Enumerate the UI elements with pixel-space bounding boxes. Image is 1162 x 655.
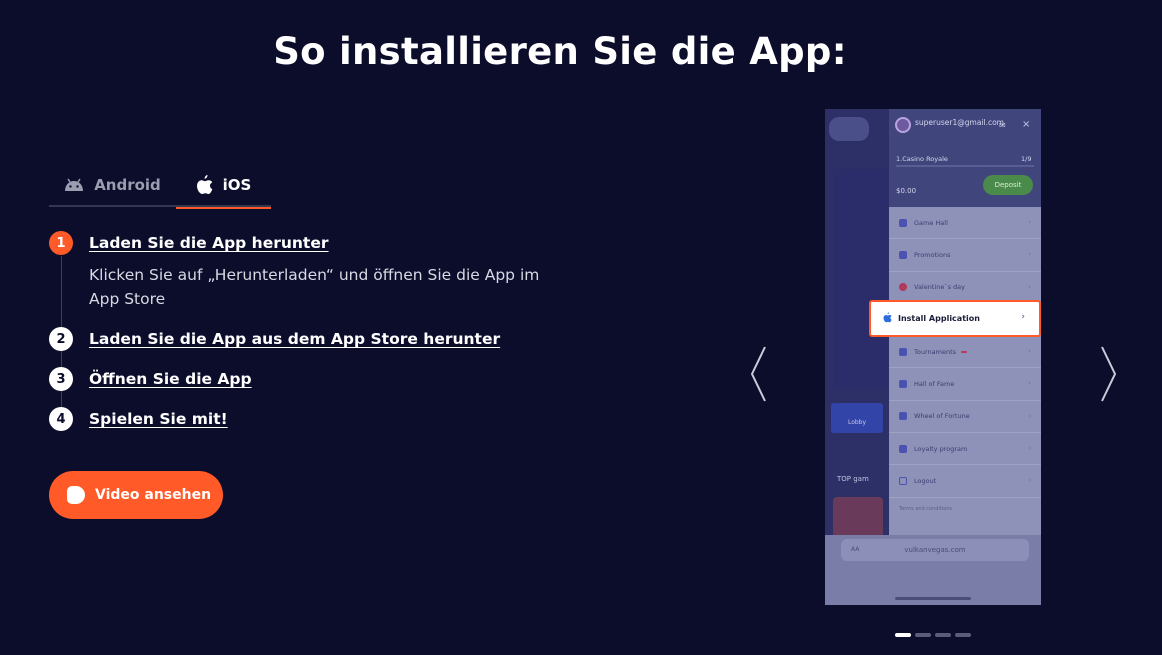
top-games-label: TOP gam <box>837 475 869 483</box>
menu-item-wheel-of-fortune: Wheel of Fortune › <box>889 401 1041 434</box>
chevron-right-icon: › <box>1028 250 1031 259</box>
step-2: 2 Laden Sie die App aus dem App Store he… <box>49 327 500 351</box>
chevron-right-icon: › <box>1028 476 1031 485</box>
menu-item-logout: Logout › <box>889 465 1041 498</box>
promotions-icon <box>899 250 907 259</box>
chevron-right-icon: › <box>1028 411 1031 420</box>
step-4: 4 Spielen Sie mit! <box>49 407 228 431</box>
carousel-dot[interactable] <box>895 633 911 637</box>
mail-icon: ✉ <box>999 121 1006 130</box>
watch-video-button[interactable]: Video ansehen <box>49 471 223 519</box>
page-title: So installieren Sie die App: <box>273 30 847 73</box>
status-value: 1.Casino Royale <box>896 155 948 163</box>
menu-item-tournaments: Tournaments › <box>889 336 1041 369</box>
step-number: 3 <box>49 367 73 391</box>
step-number: 1 <box>49 231 73 255</box>
chevron-right-icon: › <box>1028 347 1031 356</box>
game-thumbnail <box>833 497 883 537</box>
platform-tabs: Android iOS <box>49 162 271 209</box>
carousel-dot[interactable] <box>935 633 951 637</box>
url-bar: AA vulkanvegas.com <box>841 539 1029 561</box>
level-value: 1/9 <box>1021 155 1032 163</box>
step-description: Klicken Sie auf „Herunterladen“ und öffn… <box>89 266 540 308</box>
logout-icon <box>899 477 907 486</box>
close-icon: × <box>1022 119 1031 130</box>
carousel-dot[interactable] <box>955 633 971 637</box>
watch-video-label: Video ansehen <box>95 487 212 503</box>
chevron-left-icon <box>750 346 766 402</box>
carousel-prev-button[interactable] <box>749 345 769 403</box>
crown-icon <box>899 380 907 389</box>
menu-item-promotions: Promotions › <box>889 239 1041 272</box>
terms-link: Terms and conditions <box>899 505 953 512</box>
step-number: 2 <box>49 327 73 351</box>
menu-item-loyalty: Loyalty program › <box>889 433 1041 466</box>
avatar <box>895 117 911 133</box>
apple-icon <box>883 312 892 325</box>
chevron-right-icon: › <box>1028 282 1031 291</box>
tab-ios[interactable]: iOS <box>176 162 271 209</box>
chevron-right-icon: › <box>1021 312 1025 322</box>
level-progress-bar <box>896 165 1034 167</box>
tab-android-label: Android <box>94 175 161 194</box>
lobby-tab: Lobby <box>831 403 883 433</box>
loyalty-icon <box>899 444 907 453</box>
chevron-right-icon: › <box>1028 444 1031 453</box>
trophy-icon <box>899 347 907 356</box>
chevron-right-icon <box>1101 346 1117 402</box>
url-text: vulkanvegas.com <box>904 546 966 554</box>
chevron-right-icon: › <box>1028 218 1031 226</box>
user-email: superuser1@gmail.com <box>915 118 1004 127</box>
step-1: 1 Laden Sie die App herunter <box>49 231 329 255</box>
home-indicator <box>895 597 971 600</box>
tab-ios-label: iOS <box>222 175 252 194</box>
step-title-link[interactable]: Öffnen Sie die App <box>89 367 252 391</box>
menu-item-hall-of-fame: Hall of Fame › <box>889 368 1041 401</box>
apple-icon <box>196 174 213 195</box>
carousel-dot[interactable] <box>915 633 931 637</box>
step-title-link[interactable]: Laden Sie die App herunter <box>89 231 329 255</box>
carousel-next-button[interactable] <box>1098 345 1118 403</box>
balance-value: $0.00 <box>896 187 917 195</box>
account-menu: Game Hall › Promotions › Valentine`s day › … <box>889 207 1041 520</box>
android-icon <box>64 178 84 192</box>
play-icon <box>67 486 85 504</box>
chevron-right-icon: › <box>1028 379 1031 388</box>
install-application-highlight: Install Application › <box>869 300 1041 337</box>
browser-bar: AA vulkanvegas.com <box>825 535 1041 605</box>
text-size-button: AA <box>851 546 860 553</box>
wheel-icon <box>899 412 907 421</box>
step-title-link[interactable]: Laden Sie die App aus dem App Store heru… <box>89 327 500 351</box>
carousel-dots <box>895 633 971 637</box>
account-header: superuser1@gmail.com ✉ × 1.Casino Royale… <box>889 109 1041 207</box>
heart-icon <box>899 283 907 292</box>
step-3: 3 Öffnen Sie die App <box>49 367 252 391</box>
deposit-button: Deposit <box>983 175 1033 195</box>
promo-banner <box>833 169 889 389</box>
phone-background-page: Lobby TOP gam <box>825 109 889 605</box>
menu-item-game-hall: Game Hall › <box>889 207 1041 240</box>
account-menu-panel: superuser1@gmail.com ✉ × 1.Casino Royale… <box>889 109 1041 605</box>
step-number: 4 <box>49 407 73 431</box>
hot-badge <box>961 350 968 353</box>
step-title-link[interactable]: Spielen Sie mit! <box>89 407 228 431</box>
game-hall-icon <box>899 218 907 227</box>
casino-logo <box>829 117 869 141</box>
install-application-label: Install Application <box>898 314 980 323</box>
phone-screenshot: Lobby TOP gam superuser1@gmail.com ✉ × 1… <box>825 109 1041 605</box>
tab-android[interactable]: Android <box>49 162 176 207</box>
